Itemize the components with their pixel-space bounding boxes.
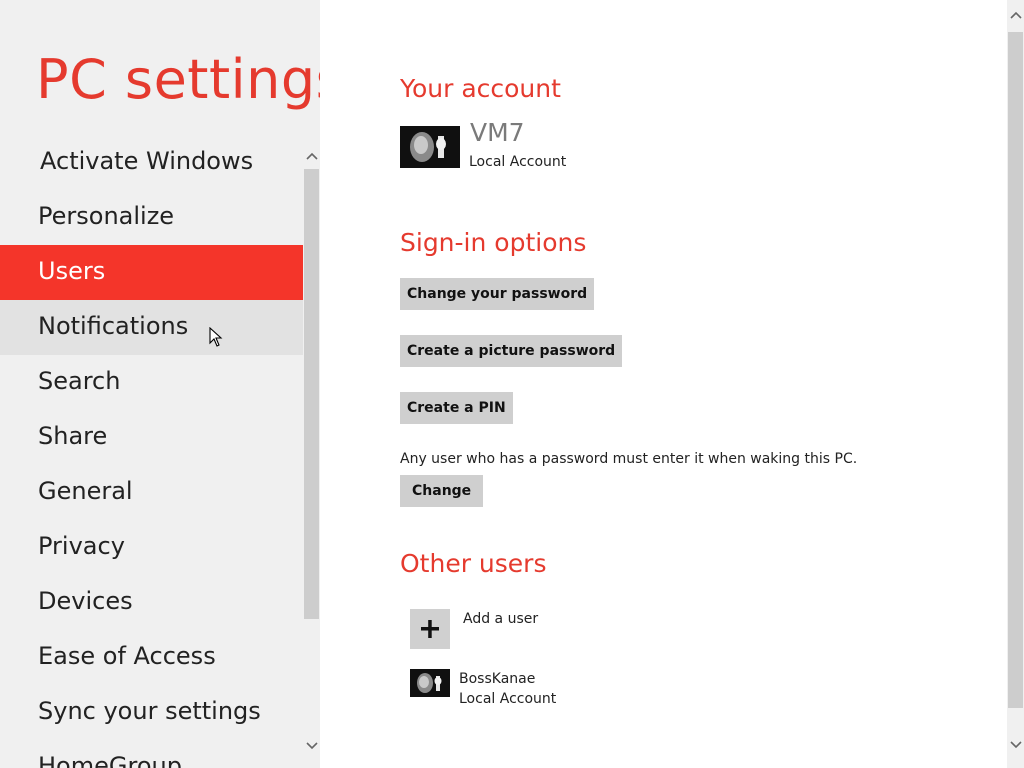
your-account-title: Your account (400, 74, 561, 103)
add-user-label[interactable]: Add a user (463, 611, 538, 627)
nav-item-ease-of-access[interactable]: Ease of Access (0, 630, 303, 685)
nav-item-activate-windows[interactable]: Activate Windows (0, 135, 303, 190)
nav-item-sync-your-settings[interactable]: Sync your settings (0, 685, 303, 740)
password-wake-note: Any user who has a password must enter i… (400, 451, 858, 467)
add-user-button[interactable] (410, 609, 450, 649)
nav-item-search[interactable]: Search (0, 355, 303, 410)
nav-item-share[interactable]: Share (0, 410, 303, 465)
left-pane: PC settings Activate Windows Personalize… (0, 0, 320, 768)
content-scrollbar[interactable] (1007, 0, 1024, 768)
other-user-avatar[interactable] (410, 669, 450, 697)
account-avatar[interactable] (400, 126, 460, 168)
nav-item-general[interactable]: General (0, 465, 303, 520)
settings-nav: Activate Windows Personalize Users Notif… (0, 135, 303, 768)
chevron-up-icon[interactable] (303, 147, 320, 167)
account-name: VM7 (470, 118, 525, 147)
chevron-up-icon[interactable] (1007, 6, 1024, 26)
content-scrollbar-thumb[interactable] (1008, 32, 1023, 708)
change-wake-setting-button[interactable]: Change (400, 475, 484, 507)
nav-item-homegroup[interactable]: HomeGroup (0, 740, 303, 768)
mouse-cursor-icon (209, 327, 223, 347)
create-pin-button[interactable]: Create a PIN (400, 392, 513, 424)
other-users-title: Other users (400, 549, 547, 578)
content-pane: Your account VM7 Local Account Sign-in o… (320, 0, 1007, 768)
change-password-button[interactable]: Change your password (400, 278, 595, 310)
nav-item-personalize[interactable]: Personalize (0, 190, 303, 245)
nav-item-notifications[interactable]: Notifications (0, 300, 303, 355)
nav-item-privacy[interactable]: Privacy (0, 520, 303, 575)
plus-icon (410, 609, 450, 649)
other-user-name[interactable]: BossKanae (459, 671, 535, 687)
chevron-down-icon[interactable] (1007, 736, 1024, 756)
app-title: PC settings (36, 48, 320, 111)
nav-scrollbar[interactable] (303, 135, 320, 760)
nav-scrollbar-thumb[interactable] (304, 169, 319, 619)
picture-password-button[interactable]: Create a picture password (400, 335, 623, 367)
chevron-down-icon[interactable] (303, 737, 320, 757)
account-type: Local Account (469, 154, 567, 170)
nav-item-devices[interactable]: Devices (0, 575, 303, 630)
other-user-type: Local Account (459, 691, 557, 707)
signin-options-title: Sign-in options (400, 228, 587, 257)
nav-item-users[interactable]: Users (0, 245, 303, 300)
